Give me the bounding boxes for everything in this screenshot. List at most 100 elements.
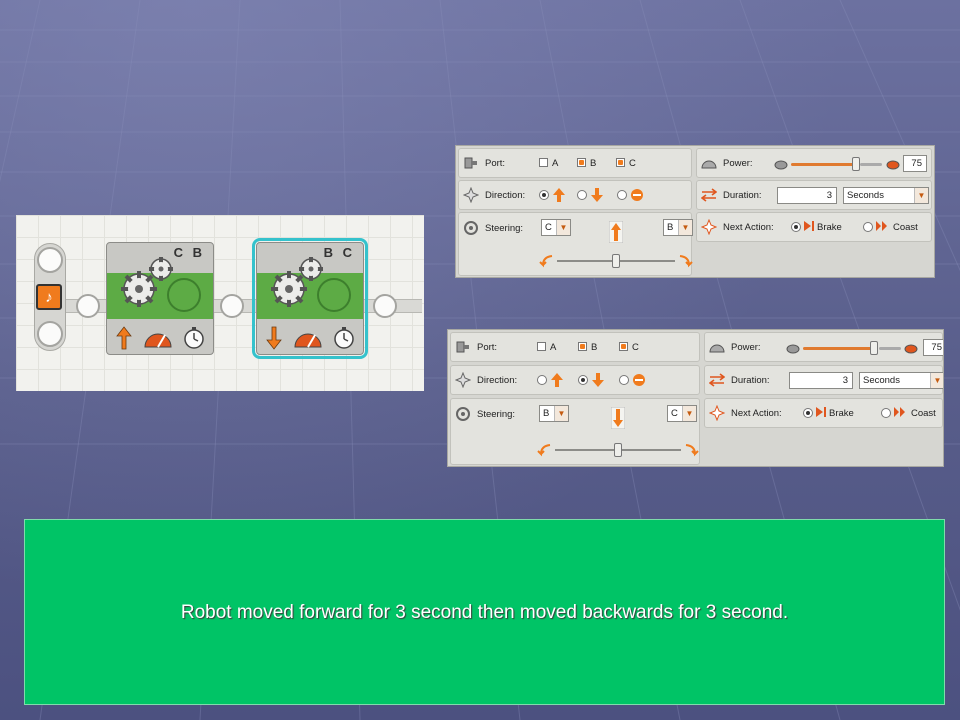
- direction-stop-radio[interactable]: [619, 375, 629, 385]
- brake-icon: [804, 221, 814, 231]
- next-action-coast-radio[interactable]: [881, 408, 891, 418]
- duration-label: Duration:: [731, 375, 770, 386]
- steering-right-dropdown[interactable]: B ▼: [663, 219, 693, 236]
- steering-row: Steering: B ▼ C ▼: [450, 398, 700, 465]
- arrow-up-icon: [553, 188, 565, 202]
- power-icon: [701, 160, 717, 169]
- steering-direction-arrow-icon: [609, 221, 623, 243]
- arrow-down-icon: [591, 188, 603, 202]
- steering-slider-thumb[interactable]: [614, 443, 622, 457]
- power-slider-fill[interactable]: [791, 163, 856, 166]
- program-canvas[interactable]: ♪ C B B C: [16, 215, 424, 391]
- rail-circle-top: [37, 247, 63, 273]
- arrow-up-icon: [116, 326, 132, 350]
- steering-slider-thumb[interactable]: [612, 254, 620, 268]
- port-label: Port:: [485, 158, 506, 169]
- duration-row: Duration: 3 Seconds ▼: [704, 365, 943, 395]
- steering-wheel-icon: [456, 407, 470, 421]
- block-hub: [167, 278, 201, 312]
- steering-left-dropdown[interactable]: C ▼: [541, 219, 571, 236]
- arrow-down-icon: [592, 373, 604, 387]
- start-block-icon[interactable]: ♪: [36, 284, 62, 310]
- steering-label: Steering:: [477, 409, 516, 420]
- port-icon: [464, 157, 477, 169]
- duration-input[interactable]: 3: [777, 187, 837, 204]
- steering-row: Steering: C ▼ B ▼: [458, 212, 693, 276]
- next-action-row: Next Action: Brake Coast: [696, 212, 932, 242]
- duration-icon: [701, 188, 717, 202]
- timer-icon: [334, 327, 354, 349]
- duration-unit-value: Seconds: [847, 190, 884, 201]
- move-config-panel-1: Port: A B C Direction: Steering: C ▼ B ▼ P…: [455, 145, 935, 278]
- turn-left-icon: [539, 255, 553, 268]
- port-b-checkbox[interactable]: [578, 342, 587, 351]
- port-row: Port: A B C: [458, 148, 692, 178]
- power-slider-thumb[interactable]: [870, 341, 878, 355]
- move-block-2[interactable]: B C: [252, 238, 368, 359]
- power-row: Power: 75: [696, 148, 932, 178]
- duration-unit-value: Seconds: [863, 375, 900, 386]
- direction-row: Direction:: [458, 180, 692, 210]
- port-b-label: B: [591, 342, 598, 353]
- move-config-panel-2: Port: A B C Direction: Steering: B ▼ C ▼ P…: [447, 329, 944, 467]
- duration-row: Duration: 3 Seconds ▼: [696, 180, 932, 210]
- port-b-label: B: [590, 158, 597, 169]
- power-slider-fill[interactable]: [803, 347, 874, 350]
- port-row: Port: A B C: [450, 332, 700, 362]
- caption-box: Robot moved forward for 3 second then mo…: [24, 519, 945, 705]
- direction-row: Direction:: [450, 365, 700, 395]
- next-action-icon: [701, 219, 717, 235]
- beam-hole: [76, 294, 100, 318]
- next-action-coast-radio[interactable]: [863, 222, 873, 232]
- power-label: Power:: [731, 342, 761, 353]
- port-a-label: A: [550, 342, 557, 353]
- fast-hare-icon: [904, 344, 918, 354]
- steering-right-value: C: [671, 408, 678, 419]
- direction-stop-radio[interactable]: [617, 190, 627, 200]
- steering-label: Steering:: [485, 223, 524, 234]
- direction-backward-radio[interactable]: [577, 190, 587, 200]
- stop-icon: [633, 374, 645, 386]
- port-c-checkbox[interactable]: [619, 342, 628, 351]
- next-action-brake-radio[interactable]: [803, 408, 813, 418]
- coast-icon: [876, 221, 887, 231]
- move-block-1[interactable]: C B: [106, 242, 214, 355]
- direction-forward-radio[interactable]: [537, 375, 547, 385]
- slow-turtle-icon: [786, 344, 800, 354]
- direction-backward-radio[interactable]: [578, 375, 588, 385]
- power-slider-track[interactable]: [879, 347, 901, 350]
- steering-left-dropdown[interactable]: B ▼: [539, 405, 569, 422]
- caption-text: Robot moved forward for 3 second then mo…: [180, 602, 789, 623]
- next-action-brake-label: Brake: [829, 408, 854, 419]
- power-label: Power:: [723, 158, 753, 169]
- duration-input[interactable]: 3: [789, 372, 853, 389]
- power-row: Power: 75: [704, 332, 943, 362]
- port-c-label: C: [629, 158, 636, 169]
- fast-hare-icon: [886, 160, 900, 170]
- next-action-icon: [709, 405, 725, 421]
- port-c-checkbox[interactable]: [616, 158, 625, 167]
- direction-icon: [463, 187, 479, 203]
- port-b-checkbox[interactable]: [577, 158, 586, 167]
- power-slider-track[interactable]: [860, 163, 882, 166]
- power-input[interactable]: 75: [923, 339, 943, 356]
- next-action-coast-label: Coast: [893, 222, 918, 233]
- direction-label: Direction:: [477, 375, 518, 386]
- power-input[interactable]: 75: [903, 155, 927, 172]
- next-action-brake-radio[interactable]: [791, 222, 801, 232]
- steering-right-dropdown[interactable]: C ▼: [667, 405, 697, 422]
- brake-icon: [816, 407, 826, 417]
- steering-direction-arrow-icon: [611, 407, 625, 429]
- port-a-checkbox[interactable]: [539, 158, 548, 167]
- timer-icon: [184, 327, 204, 349]
- beam-hole: [373, 294, 397, 318]
- steering-left-value: B: [543, 408, 550, 419]
- port-a-checkbox[interactable]: [537, 342, 546, 351]
- turn-right-icon: [685, 444, 699, 457]
- duration-unit-dropdown[interactable]: Seconds ▼: [859, 372, 943, 389]
- rail-circle-bottom: [37, 321, 63, 347]
- direction-forward-radio[interactable]: [539, 190, 549, 200]
- beam-hole: [220, 294, 244, 318]
- duration-unit-dropdown[interactable]: Seconds ▼: [843, 187, 929, 204]
- power-slider-thumb[interactable]: [852, 157, 860, 171]
